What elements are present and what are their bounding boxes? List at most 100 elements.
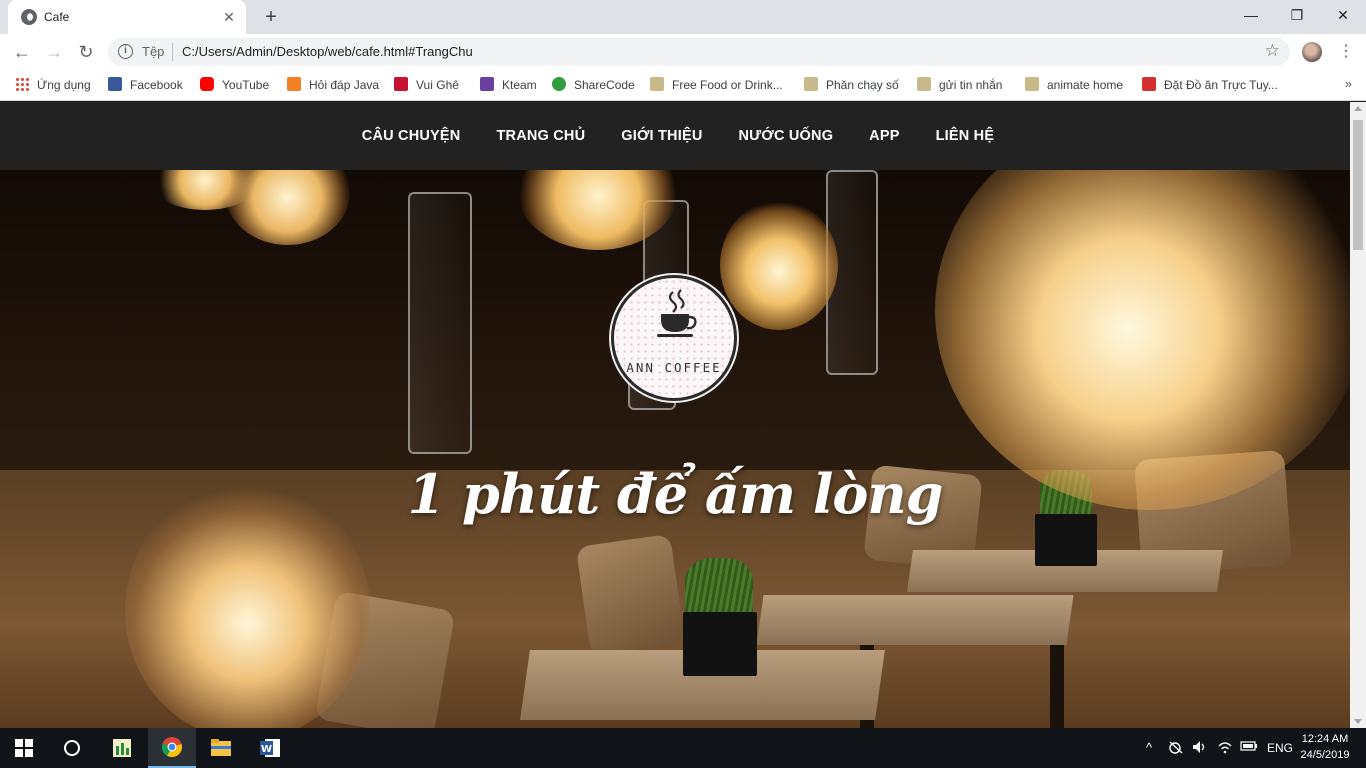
play-icon (394, 77, 408, 91)
scroll-up-icon[interactable] (1354, 106, 1362, 111)
bookmark-label: gửi tin nhắn (939, 78, 1003, 92)
forward-button[interactable]: → (41, 39, 67, 65)
word-icon[interactable]: W (246, 728, 294, 768)
hero-banner: ANN COFFEE 1 phút để ấm lòng (0, 170, 1350, 728)
globe-icon (21, 9, 37, 25)
address-bar[interactable]: i Tệp C:/Users/Admin/Desktop/web/cafe.ht… (108, 38, 1290, 66)
bookmark-label: ShareCode (574, 78, 635, 92)
divider (172, 43, 173, 61)
svg-text:W: W (261, 744, 272, 755)
profile-avatar[interactable] (1302, 42, 1322, 62)
hero-tagline: 1 phút để ấm lòng (407, 462, 944, 526)
nav-gioi-thieu[interactable]: GIỚI THIỆU (621, 128, 702, 144)
network-icon[interactable] (1168, 740, 1184, 757)
language-indicator[interactable]: ENG (1267, 741, 1293, 755)
bookmark-facebook[interactable]: Facebook (108, 76, 183, 94)
youtube-icon (200, 77, 214, 91)
bookmark-label: Facebook (130, 78, 183, 92)
bookmark-label: YouTube (222, 78, 270, 92)
bookmark-kteam[interactable]: Kteam (480, 76, 537, 94)
bookmark-label: animate home (1047, 78, 1124, 92)
sharecode-icon (552, 77, 566, 91)
folder-icon (804, 77, 818, 91)
taskbar-clock[interactable]: 12:24 AM 24/5/2019 (1294, 731, 1356, 763)
bookmark-gui-tin-nhan[interactable]: gửi tin nhắn (917, 76, 1002, 94)
nav-cau-chuyen[interactable]: CÂU CHUYỆN (362, 128, 461, 144)
bookmark-vui-ghe[interactable]: Vui Ghê (394, 76, 459, 94)
maximize-button[interactable]: ❐ (1274, 0, 1320, 30)
close-window-button[interactable]: ✕ (1320, 0, 1366, 30)
tab-cafe[interactable]: Cafe ✕ (8, 0, 246, 34)
bookmark-star-icon[interactable]: ☆ (1265, 41, 1280, 61)
windows-taskbar: W ^ ENG 12:24 AM 24/5/2019 (0, 728, 1366, 768)
scheme-label: Tệp (142, 44, 165, 59)
bookmark-label: Hỏi đáp Java (309, 78, 380, 92)
bookmark-sharecode[interactable]: ShareCode (552, 76, 635, 94)
folder-icon (1025, 77, 1039, 91)
more-bookmarks-icon[interactable]: » (1345, 76, 1352, 91)
apps-grid-icon (15, 77, 29, 91)
bookmark-label: Vui Ghê (416, 78, 459, 92)
app-green-icon[interactable] (98, 728, 146, 768)
facebook-icon (108, 77, 122, 91)
bulb-image (720, 200, 838, 330)
nav-lien-he[interactable]: LIÊN HỆ (936, 128, 995, 144)
bookmark-dat-do-an[interactable]: Đặt Đồ ăn Trực Tuy... (1142, 76, 1278, 94)
tray-chevron-icon[interactable]: ^ (1146, 740, 1152, 755)
menu-dots-icon[interactable]: ⋮ (1336, 40, 1356, 64)
page-scrollbar[interactable] (1350, 102, 1366, 728)
bookmark-free-food[interactable]: Free Food or Drink... (650, 76, 783, 94)
scroll-down-icon[interactable] (1354, 719, 1362, 724)
tab-strip: Cafe ✕ + — ❐ ✕ (0, 0, 1366, 34)
bookmark-red-icon (1142, 77, 1156, 91)
wifi-icon[interactable] (1217, 740, 1233, 757)
bookmark-label: Đặt Đồ ăn Trực Tuy... (1164, 78, 1278, 92)
logo-text: ANN COFFEE (626, 360, 722, 375)
bookmark-apps[interactable]: Ứng dụng (15, 76, 91, 94)
folder-icon (650, 77, 664, 91)
bookmark-label: Phăn chạy số (826, 78, 899, 92)
browser-toolbar: ← → ↻ i Tệp C:/Users/Admin/Desktop/web/c… (0, 34, 1366, 70)
ann-coffee-logo[interactable]: ANN COFFEE (611, 275, 737, 401)
browser-window: Cafe ✕ + — ❐ ✕ ← → ↻ i Tệp C:/Users/Admi… (0, 0, 1366, 768)
windows-start-icon[interactable] (0, 728, 48, 768)
pendant-lamp-image (408, 192, 472, 454)
clock-time: 12:24 AM (1301, 733, 1349, 745)
plant-image (685, 558, 753, 616)
scrollbar-thumb[interactable] (1353, 120, 1363, 250)
reload-button[interactable]: ↻ (73, 39, 99, 65)
bookmark-label: Free Food or Drink... (672, 78, 783, 92)
bookmark-phan-chay-so[interactable]: Phăn chạy số (804, 76, 899, 94)
info-icon[interactable]: i (118, 44, 133, 59)
nav-app[interactable]: APP (869, 128, 899, 144)
nav-nuoc-uong[interactable]: NƯỚC UỐNG (739, 128, 834, 144)
nav-trang-chu[interactable]: TRANG CHỦ (496, 128, 585, 144)
file-explorer-icon[interactable] (197, 728, 245, 768)
folder-icon (917, 77, 931, 91)
kteam-icon (480, 77, 494, 91)
bookmark-animate-home[interactable]: animate home (1025, 76, 1123, 94)
page-viewport: CÂU CHUYỆN TRANG CHỦ GIỚI THIỆU NƯỚC UỐN… (0, 102, 1350, 728)
table-top (756, 595, 1074, 645)
coffee-cup-icon (657, 289, 697, 337)
battery-icon[interactable] (1240, 740, 1258, 755)
tab-close-icon[interactable]: ✕ (220, 8, 238, 26)
bookmark-label: Ứng dụng (37, 78, 91, 92)
clock-date: 24/5/2019 (1300, 749, 1350, 761)
chrome-icon[interactable] (148, 728, 196, 768)
new-tab-button[interactable]: + (260, 6, 282, 28)
volume-icon[interactable] (1192, 740, 1208, 757)
cortana-circle-icon[interactable] (48, 728, 96, 768)
pillow-image (575, 533, 686, 657)
site-nav: CÂU CHUYỆN TRANG CHỦ GIỚI THIỆU NƯỚC UỐN… (0, 102, 1350, 170)
bookmark-label: Kteam (502, 78, 537, 92)
minimize-button[interactable]: — (1228, 0, 1274, 30)
tab-title: Cafe (44, 10, 70, 24)
bookmarks-bar: Ứng dụng Facebook YouTube Hỏi đáp Java V… (0, 70, 1366, 101)
stackoverflow-icon (287, 77, 301, 91)
bookmark-youtube[interactable]: YouTube (200, 76, 269, 94)
url-text[interactable]: C:/Users/Admin/Desktop/web/cafe.html#Tra… (182, 44, 473, 59)
back-button[interactable]: ← (9, 39, 35, 65)
bookmark-hoi-dap-java[interactable]: Hỏi đáp Java (287, 76, 379, 94)
plant-pot-image (683, 612, 757, 676)
